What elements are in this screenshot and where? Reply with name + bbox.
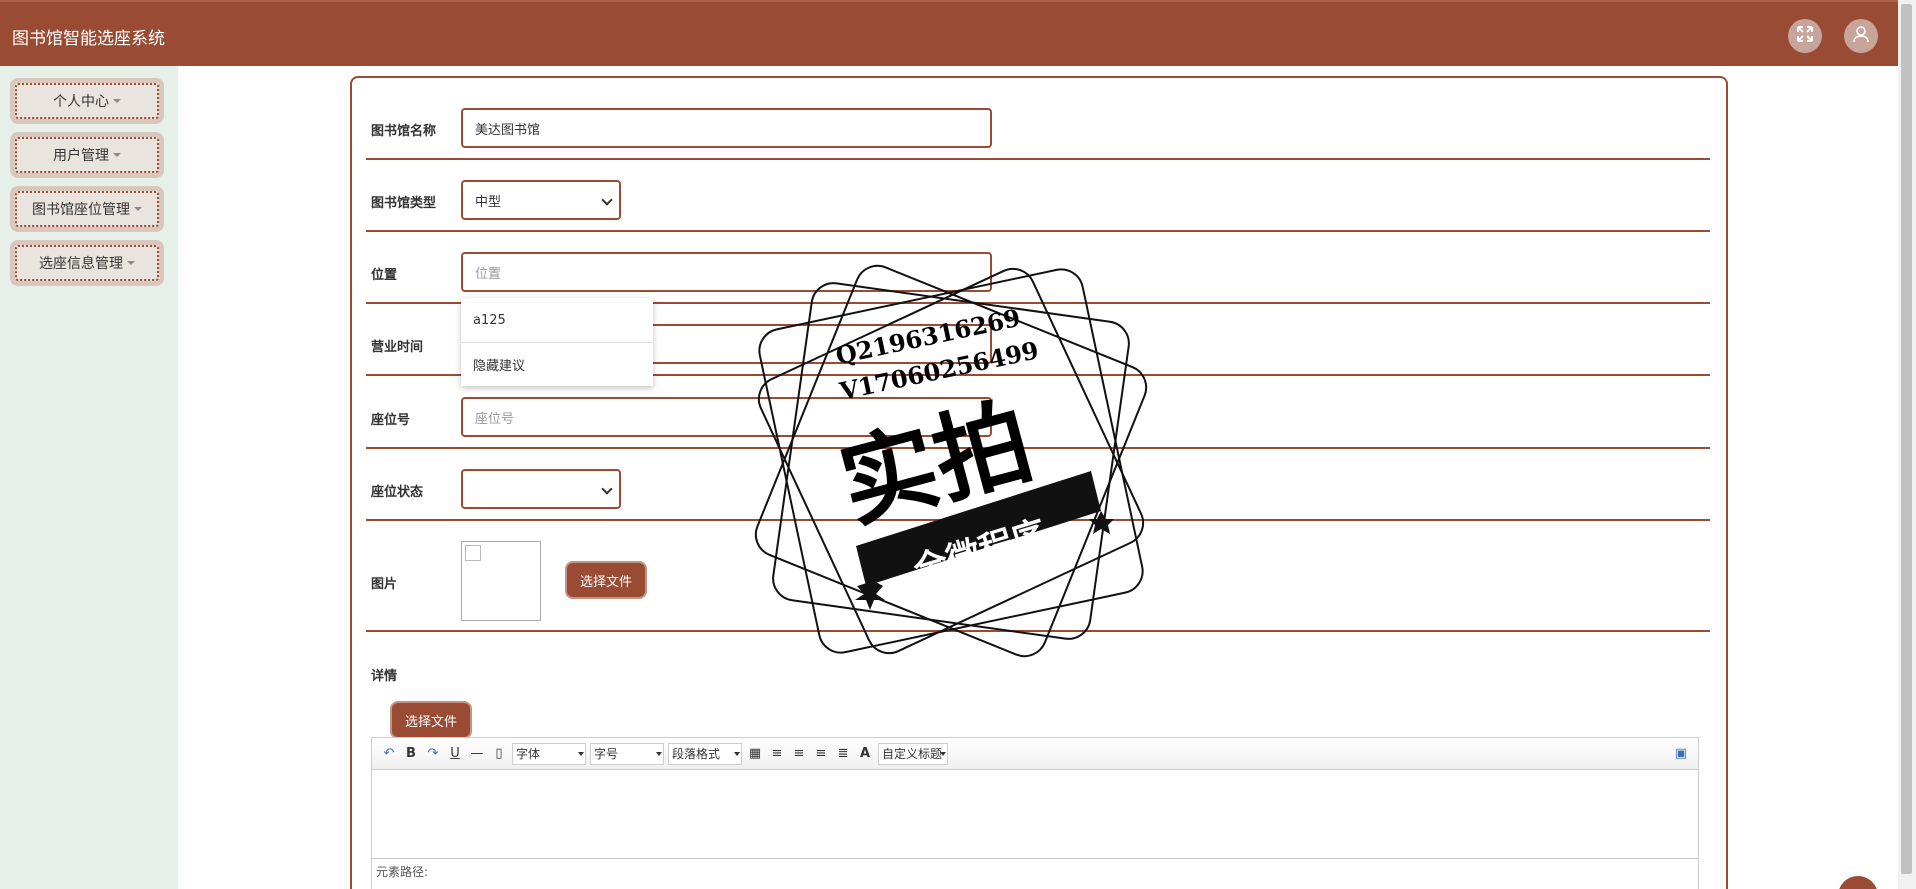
table-icon[interactable]: ▦	[744, 743, 766, 765]
sidebar-item-label: 个人中心	[53, 94, 109, 110]
paragraph-format-combo[interactable]: 段落格式	[668, 742, 742, 765]
opening-hours-label: 营业时间	[371, 340, 424, 355]
location-autocomplete-dropdown: a125 隐藏建议	[461, 298, 653, 386]
row-divider	[366, 158, 1710, 160]
editor-content-area[interactable]	[372, 770, 1698, 866]
sidebar-item-label: 图书馆座位管理	[32, 202, 130, 218]
align-left-icon[interactable]: ≡	[766, 743, 788, 765]
sidebar-item-user-management[interactable]: 用户管理	[10, 132, 164, 178]
sidebar-item-seat-management[interactable]: 图书馆座位管理	[10, 186, 164, 232]
details-label: 详情	[371, 669, 398, 684]
chevron-down-icon	[601, 194, 613, 206]
rich-text-editor[interactable]: ↶ B ↷ U — ▯ 字体 字号 段落格式 ▦ ≡ ≡ ≡ ≣ A 自定义标题…	[371, 737, 1699, 889]
undo-icon[interactable]: ↶	[378, 743, 400, 765]
chevron-down-icon	[601, 483, 613, 495]
library-type-label: 图书馆类型	[371, 196, 437, 211]
underline-icon[interactable]: U	[444, 743, 466, 765]
broken-image-icon	[465, 545, 481, 561]
library-name-label: 图书馆名称	[371, 124, 437, 139]
image-choose-file-button[interactable]: 选择文件	[567, 563, 645, 597]
custom-title-combo[interactable]: 自定义标题	[878, 742, 948, 765]
app-title: 图书馆智能选座系统	[12, 29, 165, 49]
sidebar-item-seat-selection-management[interactable]: 选座信息管理	[10, 240, 164, 286]
library-type-select[interactable]: 中型	[461, 180, 621, 220]
scrollbar-thumb[interactable]	[1901, 4, 1912, 874]
watermark-stamp: Q2196316269 V17060256499 实拍 全微程序	[746, 256, 1166, 676]
font-family-combo[interactable]: 字体	[512, 742, 586, 765]
seat-status-label: 座位状态	[371, 485, 424, 500]
horizontal-rule-icon[interactable]: —	[466, 743, 488, 765]
image-preview	[461, 541, 541, 621]
text-color-icon[interactable]: A	[854, 743, 876, 765]
redo-icon[interactable]: ↷	[422, 743, 444, 765]
top-header-bar: 图书馆智能选座系统	[0, 0, 1898, 66]
bold-icon[interactable]: B	[400, 743, 422, 765]
vertical-scrollbar[interactable]	[1898, 0, 1916, 889]
user-avatar-button[interactable]	[1844, 19, 1878, 53]
caret-down-icon	[134, 207, 142, 211]
seat-number-label: 座位号	[371, 413, 411, 428]
caret-down-icon	[113, 153, 121, 157]
align-right-icon[interactable]: ≡	[788, 743, 810, 765]
font-size-combo[interactable]: 字号	[590, 742, 664, 765]
sidebar-item-label: 选座信息管理	[39, 256, 123, 272]
autocomplete-hide-suggestions[interactable]: 隐藏建议	[461, 342, 653, 386]
fullscreen-editor-icon[interactable]: ▣	[1670, 743, 1692, 765]
library-type-value: 中型	[475, 194, 502, 210]
caret-down-icon	[127, 261, 135, 265]
image-label: 图片	[371, 577, 398, 592]
editor-element-path: 元素路径:	[372, 858, 1698, 880]
editor-toolbar: ↶ B ↷ U — ▯ 字体 字号 段落格式 ▦ ≡ ≡ ≡ ≣ A 自定义标题…	[372, 738, 1698, 770]
sidebar: 个人中心 用户管理 图书馆座位管理 选座信息管理	[0, 66, 178, 889]
details-choose-file-button[interactable]: 选择文件	[392, 703, 470, 737]
align-justify-icon[interactable]: ≣	[832, 743, 854, 765]
row-divider	[366, 230, 1710, 232]
fullscreen-button[interactable]	[1788, 19, 1822, 53]
caret-down-icon	[113, 99, 121, 103]
align-center-icon[interactable]: ≡	[810, 743, 832, 765]
document-icon[interactable]: ▯	[488, 743, 510, 765]
seat-status-select[interactable]	[461, 469, 621, 509]
library-name-input[interactable]: 美达图书馆	[461, 108, 992, 148]
fullscreen-icon	[1796, 25, 1814, 48]
autocomplete-suggestion[interactable]: a125	[461, 298, 653, 342]
user-avatar-icon	[1852, 25, 1870, 48]
sidebar-item-label: 用户管理	[53, 148, 109, 164]
location-label: 位置	[371, 268, 398, 283]
sidebar-item-personal-center[interactable]: 个人中心	[10, 78, 164, 124]
